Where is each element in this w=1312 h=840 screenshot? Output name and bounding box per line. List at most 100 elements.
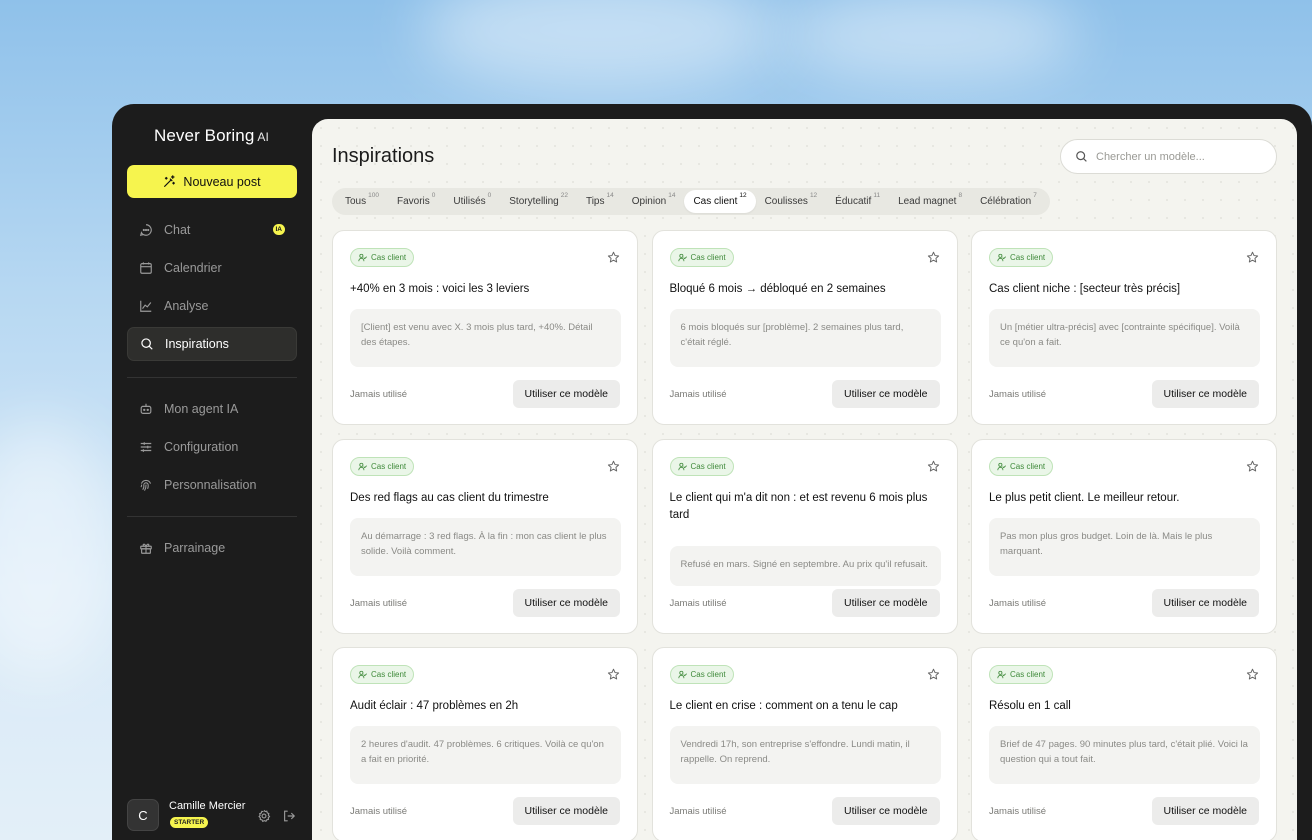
tab-label: Cas client: [693, 196, 738, 207]
tab-cas-client[interactable]: Cas client 12: [684, 190, 756, 213]
tab-count: 8: [958, 192, 963, 199]
search-icon: [1076, 151, 1087, 162]
star-icon[interactable]: [1246, 460, 1259, 473]
sidebar-item-personnalisation[interactable]: Personnalisation: [127, 468, 297, 502]
sidebar-item-label: Configuration: [164, 440, 239, 454]
tab-lead-magnet[interactable]: Lead magnet 8: [889, 190, 971, 213]
brand-logo: Never Boring AI: [154, 126, 269, 146]
card-title: Résolu en 1 call: [989, 700, 1071, 712]
category-tag: Cas client: [350, 456, 415, 476]
template-card[interactable]: Cas client Des red flags au cas client d…: [332, 438, 638, 634]
sidebar-item-calendrier[interactable]: Calendrier: [127, 251, 297, 285]
use-template-button[interactable]: Utiliser ce modèle: [832, 797, 940, 825]
search-input[interactable]: [1096, 150, 1266, 163]
user-check-icon: [677, 462, 687, 470]
sidebar-item-mon-agent-ia[interactable]: Mon agent IA: [127, 392, 297, 426]
star-icon[interactable]: [1246, 251, 1259, 264]
card-title: Audit éclair : 47 problèmes en 2h: [350, 700, 519, 712]
tab-storytelling[interactable]: Storytelling 22: [500, 190, 577, 213]
template-card[interactable]: Cas client Cas client niche : [secteur t…: [971, 230, 1277, 425]
new-post-button[interactable]: Nouveau post: [127, 165, 297, 198]
brand-name: Never Boring: [154, 126, 255, 145]
use-template-button[interactable]: Utiliser ce modèle: [1151, 797, 1259, 825]
search-icon: [141, 338, 153, 350]
star-icon[interactable]: [927, 251, 940, 264]
use-template-button[interactable]: Utiliser ce modèle: [832, 380, 940, 408]
use-template-button[interactable]: Utiliser ce modèle: [512, 380, 620, 408]
card-excerpt: Vendredi 17h, son entreprise s'effondre.…: [669, 726, 941, 784]
use-template-button[interactable]: Utiliser ce modèle: [832, 588, 940, 617]
primary-nav: Chat IA Calendrier Analyse Inspirations: [127, 213, 297, 361]
star-icon[interactable]: [607, 668, 620, 681]
card-title: Cas client niche : [secteur très précis]: [989, 283, 1181, 295]
search-box[interactable]: [1060, 139, 1277, 174]
app-window: Never Boring AI Nouveau post Chat IA Cale…: [112, 104, 1312, 840]
template-card[interactable]: Cas client Le client qui m'a dit non : e…: [651, 438, 958, 634]
card-excerpt: Brief de 47 pages. 90 minutes plus tard,…: [989, 726, 1260, 784]
template-card[interactable]: Cas client Audit éclair : 47 problèmes e…: [332, 647, 638, 840]
star-icon[interactable]: [927, 460, 940, 473]
fingerprint-icon: [140, 479, 151, 491]
tab-label: Coulisses: [764, 196, 808, 207]
brand-suffix: AI: [257, 130, 269, 144]
usage-status: Jamais utilisé: [989, 806, 1047, 817]
template-card[interactable]: Cas client Le client en crise : comment …: [651, 647, 958, 840]
tab-coulisses[interactable]: Coulisses 12: [756, 190, 827, 213]
tab-tous[interactable]: Tous 100: [336, 190, 388, 213]
card-excerpt: [Client] est venu avec X. 3 mois plus ta…: [350, 309, 621, 367]
tab-count: 100: [368, 192, 379, 199]
sidebar-item-inspirations[interactable]: Inspirations: [127, 327, 297, 361]
use-template-button[interactable]: Utiliser ce modèle: [512, 588, 620, 617]
avatar[interactable]: C: [127, 799, 159, 831]
category-tag: Cas client: [989, 456, 1054, 476]
tab-educatif[interactable]: Éducatif 11: [826, 190, 889, 213]
card-title: +40% en 3 mois : voici les 3 leviers: [350, 283, 530, 295]
sidebar-item-analyse[interactable]: Analyse: [127, 289, 297, 323]
tab-count: 0: [487, 192, 492, 199]
star-icon[interactable]: [1246, 668, 1259, 681]
card-excerpt: Au démarrage : 3 red flags. À la fin : m…: [350, 517, 621, 576]
bot-icon: [140, 403, 152, 414]
tab-utilises[interactable]: Utilisés 0: [444, 190, 500, 213]
card-title: Des red flags au cas client du trimestre: [350, 491, 549, 504]
category-tag: Cas client: [989, 248, 1054, 267]
tab-label: Utilisés: [453, 196, 486, 207]
tab-opinion[interactable]: Opinion 14: [623, 190, 685, 213]
tab-tips[interactable]: Tips 14: [577, 190, 623, 213]
new-post-label: Nouveau post: [183, 174, 261, 189]
use-template-button[interactable]: Utiliser ce modèle: [1151, 588, 1259, 617]
usage-status: Jamais utilisé: [669, 597, 727, 609]
category-tag-label: Cas client: [371, 253, 407, 262]
user-check-icon: [677, 670, 687, 679]
sidebar-item-parrainage[interactable]: Parrainage: [127, 531, 297, 565]
template-card[interactable]: Cas client Résolu en 1 call Brief de 47 …: [971, 647, 1277, 840]
sidebar: Never Boring AI Nouveau post Chat IA Cale…: [112, 104, 312, 840]
tab-favoris[interactable]: Favoris 0: [388, 190, 444, 213]
card-title: Le client qui m'a dit non : et est reven…: [669, 491, 928, 521]
use-template-button[interactable]: Utiliser ce modèle: [512, 797, 620, 825]
template-card[interactable]: Cas client Le plus petit client. Le meil…: [971, 438, 1277, 634]
sidebar-item-chat[interactable]: Chat IA: [127, 213, 297, 247]
sliders-icon: [140, 442, 152, 452]
category-tag-label: Cas client: [690, 461, 726, 471]
tertiary-nav: Parrainage: [127, 531, 297, 565]
card-excerpt: 6 mois bloqués sur [problème]. 2 semaine…: [669, 309, 941, 367]
template-card[interactable]: Cas client +40% en 3 mois : voici les 3 …: [332, 230, 638, 425]
sidebar-item-configuration[interactable]: Configuration: [127, 430, 297, 464]
sidebar-divider: [127, 377, 297, 378]
settings-icon[interactable]: [257, 809, 271, 823]
logout-icon[interactable]: [282, 809, 296, 823]
usage-status: Jamais utilisé: [989, 389, 1047, 400]
template-card[interactable]: Cas client Bloqué 6 mois → débloqué en 2…: [651, 230, 958, 425]
star-icon[interactable]: [927, 668, 940, 681]
star-icon[interactable]: [607, 251, 620, 264]
tab-count: 12: [809, 192, 818, 199]
use-template-button[interactable]: Utiliser ce modèle: [1151, 380, 1259, 408]
secondary-nav: Mon agent IA Configuration Personnalisat…: [127, 392, 297, 502]
star-icon[interactable]: [607, 460, 620, 473]
tab-label: Tous: [345, 196, 367, 207]
usage-status: Jamais utilisé: [350, 389, 408, 400]
tab-celebration[interactable]: Célébration 7: [971, 190, 1046, 213]
tab-label: Opinion: [631, 196, 667, 207]
chart-icon: [140, 300, 152, 312]
